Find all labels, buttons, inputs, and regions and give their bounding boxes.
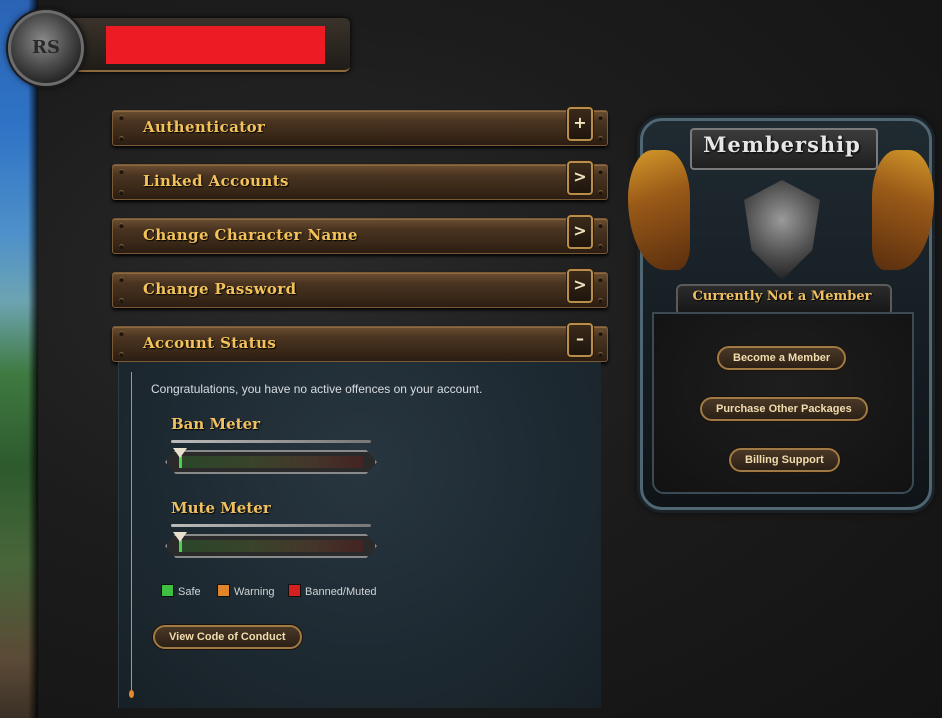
section-label: Authenticator xyxy=(143,118,266,136)
ban-meter-marker-icon xyxy=(173,448,187,458)
redacted-username xyxy=(106,26,325,64)
ban-meter-cap xyxy=(171,440,371,443)
ban-meter xyxy=(165,450,377,474)
become-member-button[interactable]: Become a Member xyxy=(717,346,847,370)
section-authenticator[interactable]: Authenticator + xyxy=(112,107,608,146)
section-label: Change Character Name xyxy=(143,226,358,244)
chevron-right-icon[interactable]: > xyxy=(567,269,593,303)
billing-support-button[interactable]: Billing Support xyxy=(729,448,840,472)
legend-item-safe: Safe xyxy=(161,584,201,598)
chevron-right-icon[interactable]: > xyxy=(567,215,593,249)
legend-swatch xyxy=(217,584,230,597)
section-change-character-name[interactable]: Change Character Name > xyxy=(112,215,608,254)
account-status-panel: Congratulations, you have no active offe… xyxy=(118,362,601,708)
expand-plus-icon[interactable]: + xyxy=(567,107,593,141)
section-account-status[interactable]: Account Status – xyxy=(112,323,608,362)
purchase-packages-button[interactable]: Purchase Other Packages xyxy=(700,397,868,421)
logo-icon[interactable]: RS xyxy=(8,10,84,86)
background-landscape xyxy=(0,0,38,718)
section-change-password[interactable]: Change Password > xyxy=(112,269,608,308)
ban-meter-track xyxy=(179,456,363,468)
section-label: Linked Accounts xyxy=(143,172,289,190)
mute-meter-track xyxy=(179,540,363,552)
collapse-minus-icon[interactable]: – xyxy=(567,323,593,357)
view-code-of-conduct-button[interactable]: View Code of Conduct xyxy=(153,625,302,649)
mute-meter-title: Mute Meter xyxy=(171,499,271,517)
mute-meter xyxy=(165,534,377,558)
legend-item-banned: Banned/Muted xyxy=(288,584,377,598)
section-linked-accounts[interactable]: Linked Accounts > xyxy=(112,161,608,200)
legend-item-warning: Warning xyxy=(217,584,275,598)
section-label: Change Password xyxy=(143,280,297,298)
membership-title: Membership xyxy=(703,132,861,157)
logo-text: RS xyxy=(32,37,60,58)
status-message: Congratulations, you have no active offe… xyxy=(151,382,483,396)
legend-swatch xyxy=(161,584,174,597)
legend-swatch xyxy=(288,584,301,597)
mute-meter-cap xyxy=(171,524,371,527)
mute-meter-marker-icon xyxy=(173,532,187,542)
membership-status: Currently Not a Member xyxy=(692,289,872,304)
section-label: Account Status xyxy=(143,334,277,352)
chevron-right-icon[interactable]: > xyxy=(567,161,593,195)
ban-meter-title: Ban Meter xyxy=(171,415,261,433)
divider-line xyxy=(129,372,134,698)
